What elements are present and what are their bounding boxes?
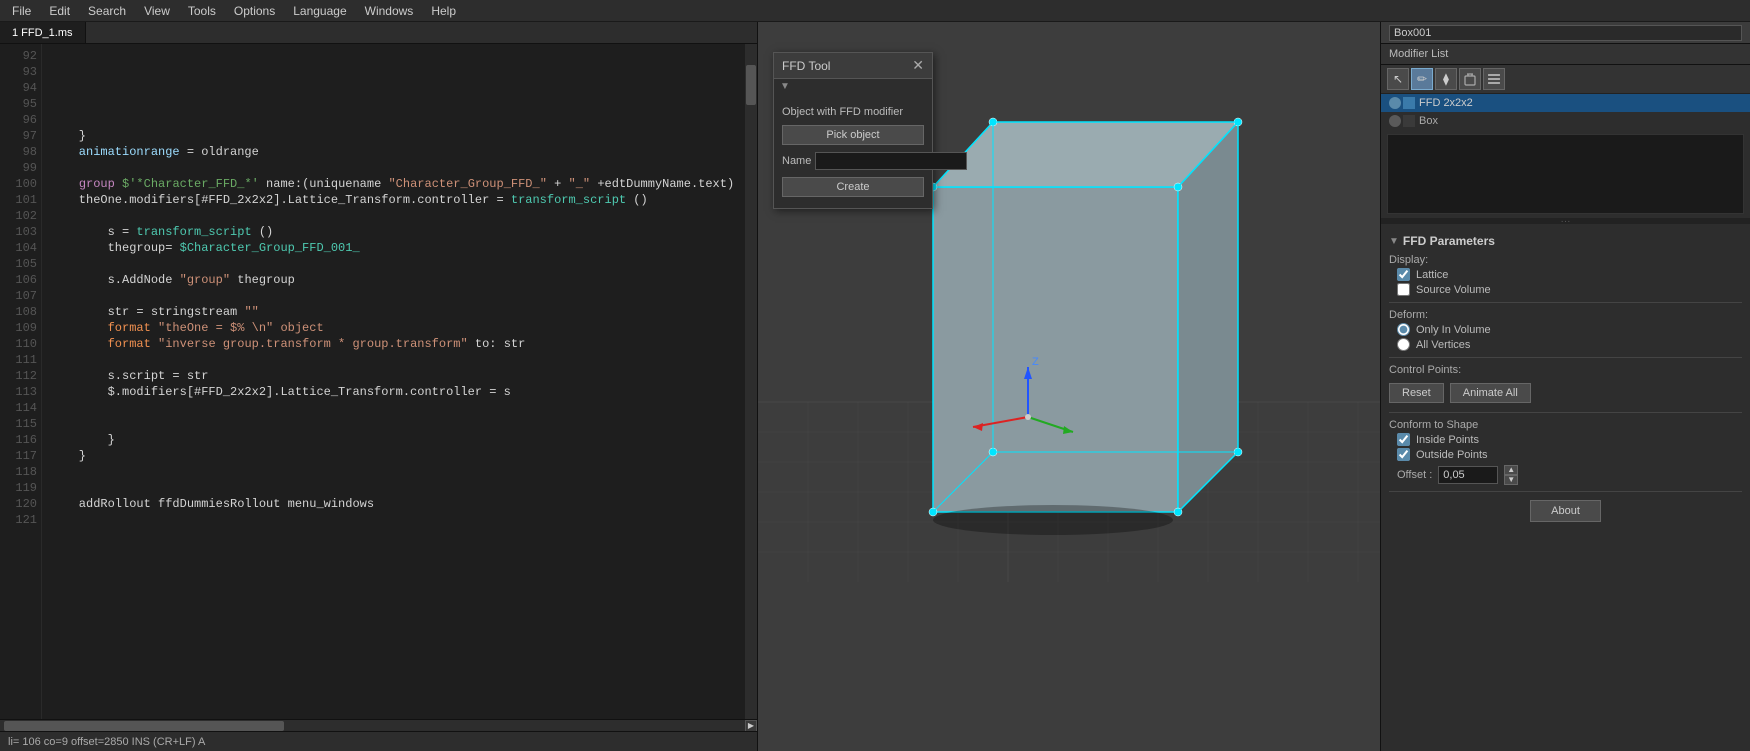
menu-tools[interactable]: Tools	[180, 2, 224, 20]
modifier-box-label: Box	[1419, 115, 1438, 127]
object-name-bar	[1381, 22, 1750, 44]
editor-tab-bar: 1 FFD_1.ms	[0, 22, 757, 44]
menu-options[interactable]: Options	[226, 2, 283, 20]
lattice-label: Lattice	[1416, 269, 1448, 281]
code-editor: 1 FFD_1.ms 92 93 94 95 96 97 98 99 100 1…	[0, 22, 758, 751]
menu-help[interactable]: Help	[423, 2, 464, 20]
outside-points-checkbox[interactable]	[1397, 448, 1410, 461]
mod-tool-cursor-btn[interactable]: ↖	[1387, 68, 1409, 90]
all-vertices-row: All Vertices	[1389, 338, 1742, 351]
ffd-params-title[interactable]: ▼ FFD Parameters	[1389, 234, 1742, 248]
offset-up-btn[interactable]: ▲	[1504, 465, 1518, 475]
scrollbar-vertical[interactable]	[745, 44, 757, 719]
source-volume-label: Source Volume	[1416, 284, 1491, 296]
only-in-volume-row: Only In Volume	[1389, 323, 1742, 336]
menu-search[interactable]: Search	[80, 2, 134, 20]
deform-label: Deform:	[1389, 309, 1742, 321]
display-label: Display:	[1389, 254, 1742, 266]
control-points-btn-row: Reset Animate All	[1389, 380, 1742, 406]
modifier-item-box[interactable]: Box	[1381, 112, 1750, 130]
ffd-name-input[interactable]	[815, 152, 967, 170]
only-in-volume-label: Only In Volume	[1416, 324, 1491, 336]
all-vertices-radio[interactable]	[1397, 338, 1410, 351]
scroll-right-btn[interactable]: ▶	[745, 720, 757, 732]
offset-input[interactable]	[1438, 466, 1498, 484]
ffd-dialog: FFD Tool ✕ ▼ Object with FFD modifier Pi…	[773, 52, 933, 209]
outside-points-label: Outside Points	[1416, 449, 1488, 461]
inside-points-row: Inside Points	[1389, 433, 1742, 446]
modifier-type-icon-box	[1403, 115, 1415, 127]
offset-row: Offset : ▲ ▼	[1389, 465, 1742, 485]
all-vertices-label: All Vertices	[1416, 339, 1470, 351]
only-in-volume-radio[interactable]	[1397, 323, 1410, 336]
control-points-divider	[1389, 357, 1742, 358]
lattice-checkbox[interactable]	[1397, 268, 1410, 281]
scrollbar-horizontal[interactable]: ▶	[0, 719, 757, 731]
ffd-params-collapse-icon[interactable]: ▼	[1389, 236, 1399, 247]
menu-view[interactable]: View	[136, 2, 178, 20]
offset-spinner: ▲ ▼	[1504, 465, 1518, 485]
modifier-ffd-label: FFD 2x2x2	[1419, 97, 1473, 109]
lattice-checkbox-row: Lattice	[1389, 268, 1742, 281]
inside-points-label: Inside Points	[1416, 434, 1479, 446]
modifier-list-label: Modifier List	[1381, 44, 1750, 65]
status-bar: li= 106 co=9 offset=2850 INS (CR+LF) A	[0, 731, 757, 751]
ffd-dialog-title-text: FFD Tool	[782, 59, 830, 73]
ffd-dialog-body: Object with FFD modifier Pick object Nam…	[774, 94, 932, 208]
main-area: 1 FFD_1.ms 92 93 94 95 96 97 98 99 100 1…	[0, 22, 1750, 751]
mod-tool-hierarchy-btn[interactable]: ⧫	[1435, 68, 1457, 90]
editor-tab-ffd[interactable]: 1 FFD_1.ms	[0, 22, 86, 43]
line-numbers: 92 93 94 95 96 97 98 99 100 101 102 103 …	[0, 44, 42, 719]
modifier-type-icon	[1403, 97, 1415, 109]
right-panel: Modifier List ↖ ✏ ⧫ FFD 2x2x2	[1380, 22, 1750, 751]
object-name-input[interactable]	[1389, 25, 1742, 41]
scrollbar-thumb-horizontal[interactable]	[4, 721, 284, 731]
scrollbar-thumb-vertical[interactable]	[746, 65, 756, 105]
source-volume-checkbox[interactable]	[1397, 283, 1410, 296]
reset-btn[interactable]: Reset	[1389, 383, 1444, 403]
menu-file[interactable]: File	[4, 2, 39, 20]
modifier-item-ffd[interactable]: FFD 2x2x2	[1381, 94, 1750, 112]
animate-all-btn[interactable]: Animate All	[1450, 383, 1531, 403]
menu-edit[interactable]: Edit	[41, 2, 78, 20]
offset-down-btn[interactable]: ▼	[1504, 475, 1518, 485]
ffd-name-row: Name	[782, 152, 924, 170]
viewport[interactable]: Z FFD Tool ✕ ▼ Object with FFD mo	[758, 22, 1380, 751]
modifier-eye-icon[interactable]	[1389, 97, 1401, 109]
control-points-label: Control Points:	[1389, 364, 1742, 376]
ffd-name-label: Name	[782, 155, 811, 167]
ffd-dialog-close-btn[interactable]: ✕	[912, 57, 924, 74]
about-divider	[1389, 491, 1742, 492]
mod-tool-delete-btn[interactable]	[1459, 68, 1481, 90]
conform-label: Conform to Shape	[1389, 419, 1742, 431]
mod-tool-properties-btn[interactable]	[1483, 68, 1505, 90]
ffd-pick-object-btn[interactable]: Pick object	[782, 125, 924, 145]
offset-label: Offset :	[1397, 469, 1432, 481]
modifier-toolbar: ↖ ✏ ⧫	[1381, 65, 1750, 94]
inside-points-checkbox[interactable]	[1397, 433, 1410, 446]
about-btn[interactable]: About	[1530, 500, 1601, 522]
outside-points-row: Outside Points	[1389, 448, 1742, 461]
modifier-eye-icon-box[interactable]	[1389, 115, 1401, 127]
code-content[interactable]: } animationrange = oldrange group $'*Cha…	[42, 44, 745, 719]
deform-divider	[1389, 302, 1742, 303]
menu-language[interactable]: Language	[285, 2, 354, 20]
ffd-params-title-text: FFD Parameters	[1403, 234, 1495, 248]
menu-bar: File Edit Search View Tools Options Lang…	[0, 0, 1750, 22]
mod-tool-edit-btn[interactable]: ✏	[1411, 68, 1433, 90]
ffd-create-btn[interactable]: Create	[782, 177, 924, 197]
source-volume-checkbox-row: Source Volume	[1389, 283, 1742, 296]
modifier-preview-area	[1387, 134, 1744, 214]
conform-divider	[1389, 412, 1742, 413]
ffd-drag-handle[interactable]: ▼	[774, 79, 932, 94]
modifier-stack: FFD 2x2x2 Box	[1381, 94, 1750, 130]
ffd-dialog-title[interactable]: FFD Tool ✕	[774, 53, 932, 79]
svg-text:Z: Z	[1032, 356, 1039, 368]
ffd-section-label: Object with FFD modifier	[782, 106, 924, 118]
status-text: li= 106 co=9 offset=2850 INS (CR+LF) A	[8, 736, 205, 748]
menu-windows[interactable]: Windows	[357, 2, 422, 20]
code-area: 92 93 94 95 96 97 98 99 100 101 102 103 …	[0, 44, 757, 719]
ffd-params-panel: ▼ FFD Parameters Display: Lattice Source…	[1381, 224, 1750, 751]
